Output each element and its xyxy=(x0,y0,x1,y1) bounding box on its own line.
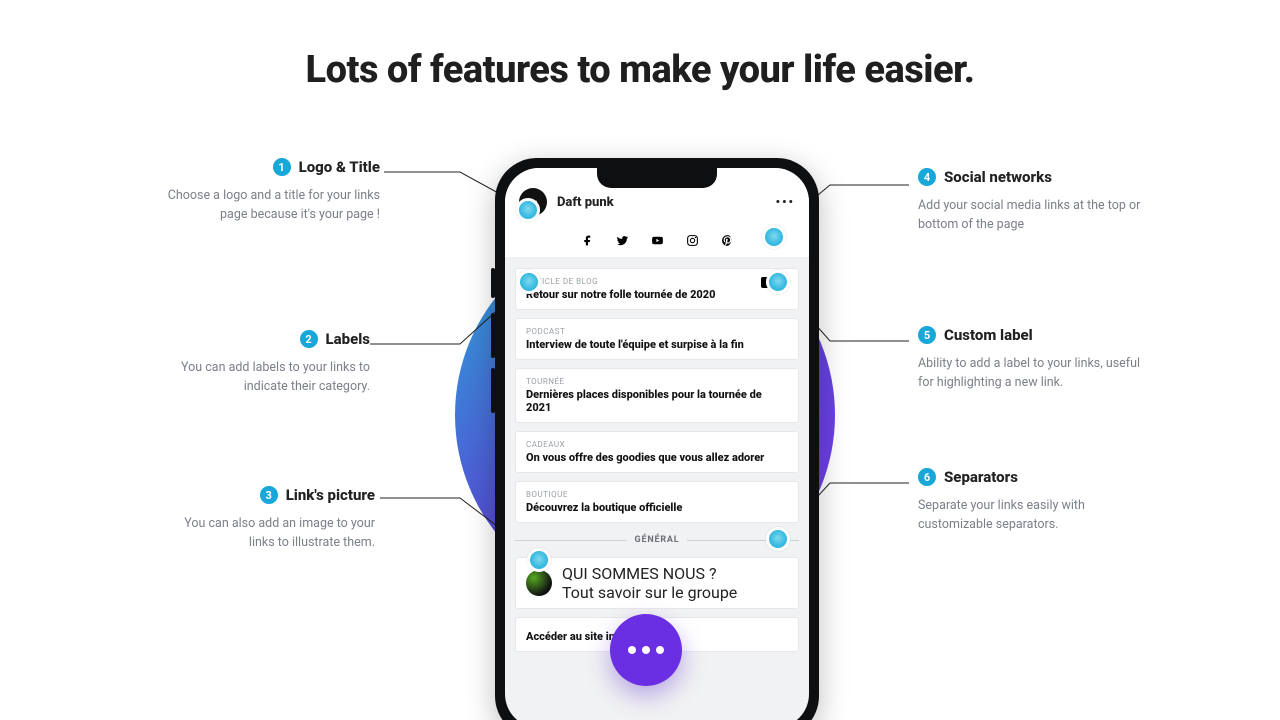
facebook-icon[interactable] xyxy=(581,232,594,245)
marker-logo xyxy=(516,198,540,222)
youtube-icon[interactable] xyxy=(651,232,664,245)
feature-showcase: Lots of features to make your life easie… xyxy=(0,0,1280,720)
link-thumbnail xyxy=(526,570,552,596)
link-card[interactable]: CADEAUX On vous offre des goodies que vo… xyxy=(515,431,799,473)
separator: GÉNÉRAL xyxy=(515,535,799,545)
link-card[interactable]: ARTICLE DE BLOG Retour sur notre folle t… xyxy=(515,268,799,310)
page-title: Lots of features to make your life easie… xyxy=(0,48,1280,92)
link-card[interactable]: TOURNÉE Dernières places disponibles pou… xyxy=(515,368,799,423)
link-card[interactable]: BOUTIQUE Découvrez la boutique officiell… xyxy=(515,481,799,523)
callout-4: 4Social networks Add your social media l… xyxy=(918,168,1143,235)
link-card-with-thumb[interactable]: QUI SOMMES NOUS ? Tout savoir sur le gro… xyxy=(515,557,799,609)
marker-label xyxy=(517,270,541,294)
marker-newtag xyxy=(766,270,790,294)
fab-more-button[interactable] xyxy=(610,614,682,686)
pinterest-icon[interactable] xyxy=(721,232,734,245)
callout-1: 1Logo & Title Choose a logo and a title … xyxy=(160,158,380,225)
callout-5: 5Custom label Ability to add a label to … xyxy=(918,326,1143,393)
callout-3: 3Link's picture You can also add an imag… xyxy=(160,486,375,553)
marker-thumb xyxy=(527,548,551,572)
instagram-icon[interactable] xyxy=(686,232,699,245)
profile-name: Daft punk xyxy=(557,195,766,210)
link-card[interactable]: PODCAST Interview de toute l'équipe et s… xyxy=(515,318,799,360)
marker-social xyxy=(762,225,786,249)
marker-separator xyxy=(766,527,790,551)
callout-6: 6Separators Separate your links easily w… xyxy=(918,468,1143,535)
callout-2: 2Labels You can add labels to your links… xyxy=(160,330,370,397)
twitter-icon[interactable] xyxy=(616,232,629,245)
more-menu-icon[interactable]: ••• xyxy=(776,195,795,209)
